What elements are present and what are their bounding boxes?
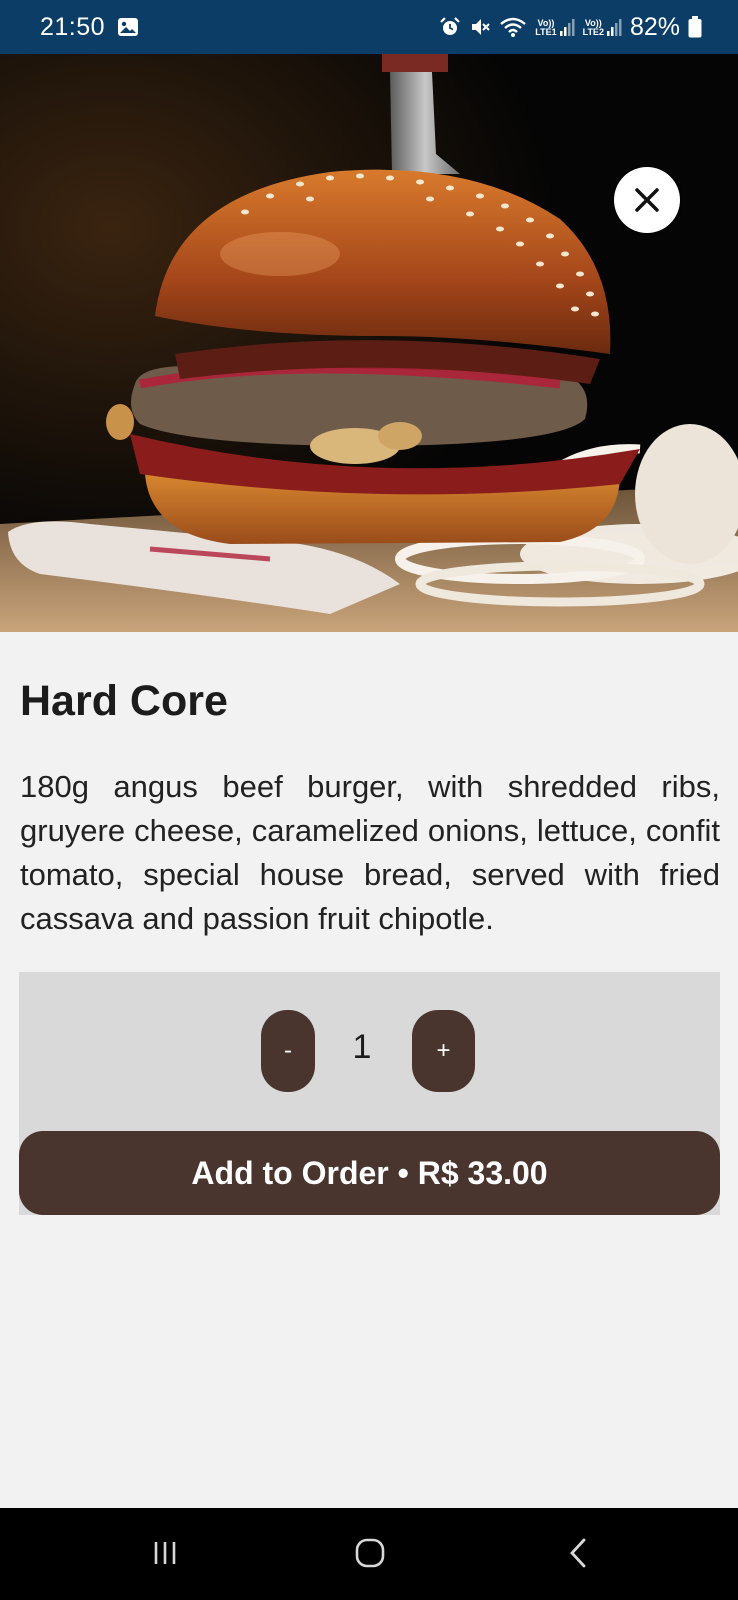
sim1-label-bottom: LTE1: [535, 27, 557, 37]
mute-icon: [469, 16, 491, 38]
sim2-label-bottom: LTE2: [582, 27, 604, 37]
product-description: 180g angus beef burger, with shredded ri…: [20, 769, 720, 936]
status-time: 21:50: [40, 12, 106, 41]
signal-sim2-icon: Vo)) LTE2: [583, 17, 622, 37]
decrement-button[interactable]: -: [261, 1010, 315, 1092]
alarm-icon: [439, 16, 461, 38]
burger-photo: [0, 54, 738, 632]
quantity-value: 1: [352, 1028, 372, 1066]
image-icon: [117, 17, 139, 37]
product-title: Hard Core: [20, 677, 228, 725]
close-button[interactable]: [614, 167, 680, 233]
status-bar: 21:50 Vo)) LTE1 Vo)) LTE2 82%: [0, 0, 738, 54]
recent-apps-icon: [150, 1538, 180, 1573]
recent-apps-button[interactable]: [135, 1530, 195, 1580]
add-to-order-button[interactable]: Add to Order • R$ 33.00: [19, 1131, 720, 1215]
back-button[interactable]: [548, 1530, 608, 1580]
increment-button[interactable]: +: [412, 1010, 475, 1092]
back-icon: [566, 1537, 590, 1574]
order-panel: - 1 + Add to Order • R$ 33.00: [19, 972, 720, 1215]
battery-icon: [688, 16, 702, 38]
signal-sim1-icon: Vo)) LTE1: [535, 17, 575, 37]
home-button[interactable]: [340, 1530, 400, 1580]
status-icons: Vo)) LTE1 Vo)) LTE2 82%: [439, 13, 702, 42]
navigation-bar: [0, 1508, 738, 1600]
home-icon: [354, 1537, 386, 1574]
wifi-icon: [499, 16, 527, 38]
close-icon: [634, 187, 660, 213]
battery-percent: 82%: [629, 12, 680, 41]
